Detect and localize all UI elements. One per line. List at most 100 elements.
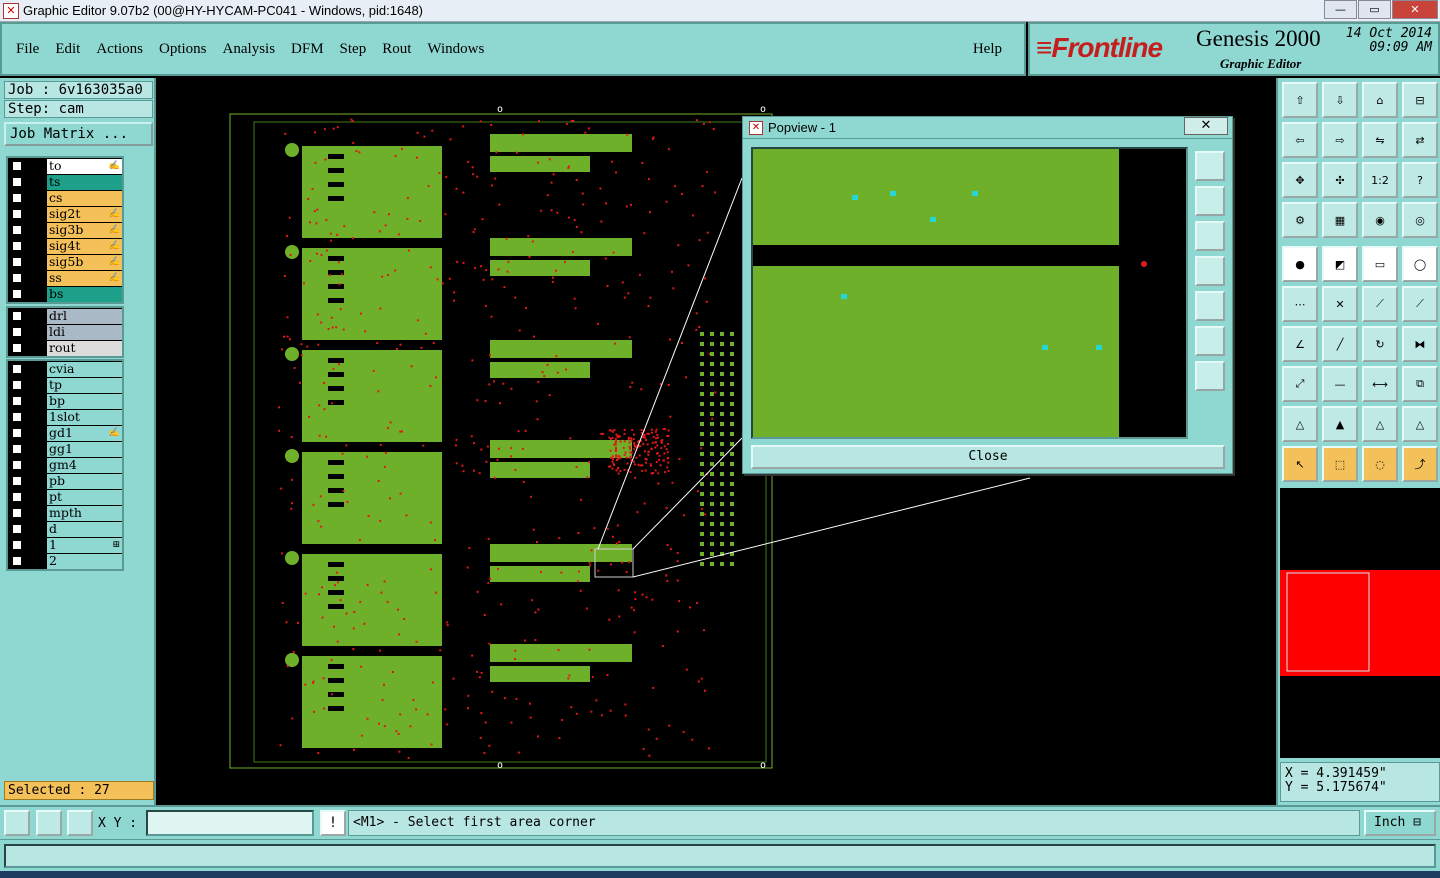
layer-checkbox[interactable] bbox=[12, 177, 22, 187]
measure-icon[interactable]: ⟷ bbox=[1362, 366, 1398, 402]
layer-checkbox[interactable] bbox=[12, 193, 22, 203]
layer-row[interactable]: cvia bbox=[8, 361, 122, 377]
layer-name[interactable]: tp bbox=[47, 377, 122, 393]
menu-dfm[interactable]: DFM bbox=[291, 41, 324, 58]
layer-name[interactable]: pb bbox=[47, 473, 122, 489]
menu-analysis[interactable]: Analysis bbox=[223, 41, 276, 58]
triangle-split-icon[interactable]: △ bbox=[1402, 406, 1438, 442]
grid-icon[interactable]: ▦ bbox=[1322, 202, 1358, 238]
layer-checkbox[interactable] bbox=[12, 444, 22, 454]
layer-row[interactable]: gm4 bbox=[8, 457, 122, 473]
net-icon[interactable]: ◎ bbox=[1402, 202, 1438, 238]
layer-checkbox[interactable] bbox=[12, 311, 22, 321]
xy-input[interactable] bbox=[146, 810, 314, 836]
layer-checkbox[interactable] bbox=[12, 556, 22, 566]
popview-pan-left-icon[interactable] bbox=[1195, 256, 1225, 286]
layer-name[interactable]: d bbox=[47, 521, 122, 537]
pan-up-icon[interactable]: ⇧ bbox=[1282, 82, 1318, 118]
grid-snap-icon[interactable] bbox=[67, 810, 93, 836]
layer-row[interactable]: d bbox=[8, 521, 122, 537]
layer-checkbox[interactable] bbox=[12, 476, 22, 486]
layer-checkbox[interactable] bbox=[12, 524, 22, 534]
layer-row[interactable]: 2 bbox=[8, 553, 122, 569]
select-circle-icon[interactable]: ◌ bbox=[1362, 446, 1398, 482]
mirror-icon[interactable]: ⇋ bbox=[1362, 122, 1398, 158]
menu-step[interactable]: Step bbox=[340, 41, 367, 58]
menu-help[interactable]: Help bbox=[973, 41, 1002, 58]
slope-icon[interactable]: ╱ bbox=[1322, 326, 1358, 362]
select-box-icon[interactable]: ⬚ bbox=[1322, 446, 1358, 482]
layer-name[interactable]: sig2t ✍ bbox=[47, 206, 122, 222]
overview-map[interactable] bbox=[1280, 488, 1440, 758]
pan-left-icon[interactable]: ⇦ bbox=[1282, 122, 1318, 158]
maximize-button[interactable]: ▭ bbox=[1358, 0, 1391, 19]
layer-checkbox[interactable] bbox=[12, 225, 22, 235]
split-icon[interactable]: ⧓ bbox=[1402, 326, 1438, 362]
layer-row[interactable]: sig3b ✍ bbox=[8, 222, 122, 238]
zoom-ratio-button[interactable]: 1:2 bbox=[1362, 162, 1398, 198]
warning-button[interactable]: ! bbox=[320, 810, 346, 836]
triangle-arrow-icon[interactable]: △ bbox=[1362, 406, 1398, 442]
move-icon[interactable]: ⤢ bbox=[1282, 366, 1318, 402]
layer-checkbox[interactable] bbox=[12, 273, 22, 283]
layer-name[interactable]: gg1 bbox=[47, 441, 122, 457]
layer-row[interactable]: pt bbox=[8, 489, 122, 505]
layer-name[interactable]: drl bbox=[47, 308, 122, 324]
layer-row[interactable]: gg1 bbox=[8, 441, 122, 457]
layer-row[interactable]: sig2t ✍ bbox=[8, 206, 122, 222]
layer-name[interactable]: bp bbox=[47, 393, 122, 409]
layer-row[interactable]: gd1 ✍ bbox=[8, 425, 122, 441]
layer-row[interactable]: cs bbox=[8, 190, 122, 206]
layer-name[interactable]: sig3b ✍ bbox=[47, 222, 122, 238]
layer-name[interactable]: gm4 bbox=[47, 457, 122, 473]
layer-row[interactable]: ss ✍ bbox=[8, 270, 122, 286]
popview-zoom-window-icon[interactable] bbox=[1195, 151, 1225, 181]
layer-name[interactable]: mpth bbox=[47, 505, 122, 521]
layer-name[interactable]: gd1 ✍ bbox=[47, 425, 122, 441]
units-selector[interactable]: Inch ⊟ bbox=[1364, 810, 1436, 836]
layer-checkbox[interactable] bbox=[12, 161, 22, 171]
layer-name[interactable]: 1 ⊞ bbox=[47, 537, 122, 553]
layer-row[interactable]: tp bbox=[8, 377, 122, 393]
layer-name[interactable]: rout bbox=[47, 340, 122, 356]
layer-row[interactable]: sig4t ✍ bbox=[8, 238, 122, 254]
line-icon[interactable]: — bbox=[1322, 366, 1358, 402]
layer-name[interactable]: pt bbox=[47, 489, 122, 505]
layer-name[interactable]: ts bbox=[47, 174, 122, 190]
layer-checkbox[interactable] bbox=[12, 508, 22, 518]
layer-row[interactable]: bp bbox=[8, 393, 122, 409]
popview-canvas[interactable] bbox=[751, 147, 1188, 439]
popview-pan-up-icon[interactable] bbox=[1195, 186, 1225, 216]
menu-rout[interactable]: Rout bbox=[382, 41, 411, 58]
window-split-icon[interactable]: ⊟ bbox=[1402, 82, 1438, 118]
layer-row[interactable]: to ✍ bbox=[8, 158, 122, 174]
layer-checkbox[interactable] bbox=[12, 540, 22, 550]
layer-checkbox[interactable] bbox=[12, 460, 22, 470]
layer-row[interactable]: 1slot bbox=[8, 409, 122, 425]
triangle-icon[interactable]: △ bbox=[1282, 406, 1318, 442]
pad-icon[interactable]: ● bbox=[1282, 246, 1318, 282]
layer-row[interactable]: drl bbox=[8, 308, 122, 324]
popview-pan-right-icon[interactable] bbox=[1195, 291, 1225, 321]
menu-actions[interactable]: Actions bbox=[96, 41, 143, 58]
triangle-up-icon[interactable]: ▲ bbox=[1322, 406, 1358, 442]
layer-name[interactable]: to ✍ bbox=[47, 158, 122, 174]
popview-zoom-in-icon[interactable] bbox=[1195, 326, 1225, 356]
layer-checkbox[interactable] bbox=[12, 209, 22, 219]
layer-checkbox[interactable] bbox=[12, 412, 22, 422]
ruler-icon[interactable]: ▭ bbox=[1362, 246, 1398, 282]
menu-options[interactable]: Options bbox=[159, 41, 207, 58]
layer-name[interactable]: cs bbox=[47, 190, 122, 206]
help-icon[interactable]: ? bbox=[1402, 162, 1438, 198]
menu-windows[interactable]: Windows bbox=[427, 41, 484, 58]
copy-icon[interactable]: ⧉ bbox=[1402, 366, 1438, 402]
line-extend-icon[interactable]: ⟋ bbox=[1402, 286, 1438, 322]
layer-checkbox[interactable] bbox=[12, 364, 22, 374]
layer-checkbox[interactable] bbox=[12, 428, 22, 438]
layer-checkbox[interactable] bbox=[12, 343, 22, 353]
layer-row[interactable]: ldi bbox=[8, 324, 122, 340]
layer-name[interactable]: 2 bbox=[47, 553, 122, 569]
snap-mode-icon[interactable] bbox=[4, 810, 30, 836]
layer-name[interactable]: cvia bbox=[47, 361, 122, 377]
layer-row[interactable]: mpth bbox=[8, 505, 122, 521]
